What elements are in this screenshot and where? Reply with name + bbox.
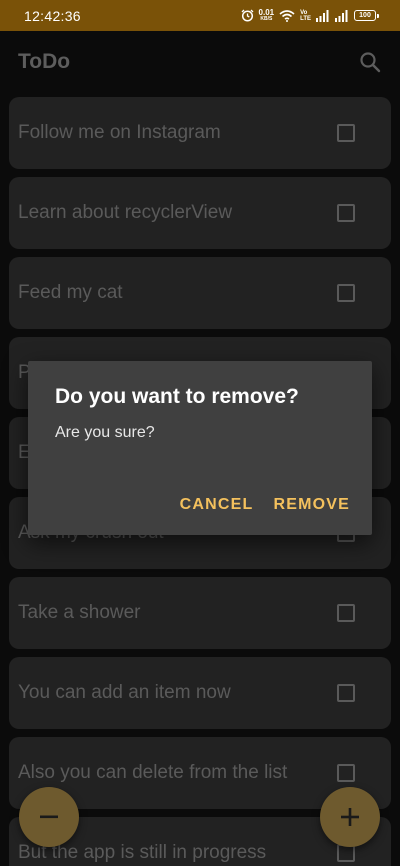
todo-checkbox[interactable] (337, 604, 355, 622)
todo-item-label: Follow me on Instagram (18, 122, 221, 143)
minus-icon (40, 815, 58, 819)
wifi-icon (279, 9, 295, 22)
remove-button[interactable]: REMOVE (273, 496, 350, 514)
search-icon (360, 52, 381, 73)
signal-icon (316, 9, 330, 22)
todo-item[interactable]: Take a shower (9, 577, 391, 649)
todo-item[interactable]: Learn about recyclerView (9, 177, 391, 249)
status-icons: 0.01 KB/S Vo LTE 100 (241, 7, 379, 23)
todo-checkbox[interactable] (337, 204, 355, 222)
todo-item[interactable]: Feed my cat (9, 257, 391, 329)
todo-checkbox[interactable] (337, 764, 355, 782)
battery-level: 100 (359, 12, 371, 19)
cancel-button[interactable]: CANCEL (180, 496, 254, 514)
todo-checkbox[interactable] (337, 284, 355, 302)
todo-item-label: You can add an item now (18, 682, 231, 703)
net-speed-unit: KB/S (260, 15, 273, 22)
alarm-icon (241, 9, 254, 22)
dialog-message: Are you sure? (55, 424, 155, 441)
volte-mid: LTE (300, 15, 311, 22)
search-button[interactable] (356, 48, 384, 76)
plus-icon (341, 808, 359, 826)
battery-icon: 100 (354, 10, 379, 21)
dialog-title: Do you want to remove? (55, 385, 299, 408)
todo-item[interactable]: Follow me on Instagram (9, 97, 391, 169)
app-title: ToDo (18, 50, 71, 73)
todo-item-label: Learn about recyclerView (18, 202, 233, 223)
add-fab[interactable] (320, 787, 380, 847)
todo-item[interactable]: You can add an item now (9, 657, 391, 729)
net-speed: 0.01 KB/S (258, 7, 275, 23)
dialog-actions: CANCEL REMOVE (180, 496, 350, 514)
status-time: 12:42:36 (24, 7, 81, 24)
signal-icon (335, 9, 349, 22)
todo-checkbox[interactable] (337, 684, 355, 702)
todo-item-label: Also you can delete from the list (18, 762, 288, 783)
net-speed-value: 0.01 (258, 7, 275, 17)
todo-item-label: Take a shower (18, 602, 141, 623)
remove-dialog: Do you want to remove? Are you sure? CAN… (28, 361, 372, 535)
status-bar: 12:42:36 0.01 KB/S Vo LTE 100 (0, 0, 400, 31)
todo-item-label: Feed my cat (18, 282, 123, 303)
volte-indicator: Vo LTE (300, 10, 311, 22)
app-bar: ToDo (0, 31, 400, 93)
todo-checkbox[interactable] (337, 124, 355, 142)
remove-fab[interactable] (19, 787, 79, 847)
